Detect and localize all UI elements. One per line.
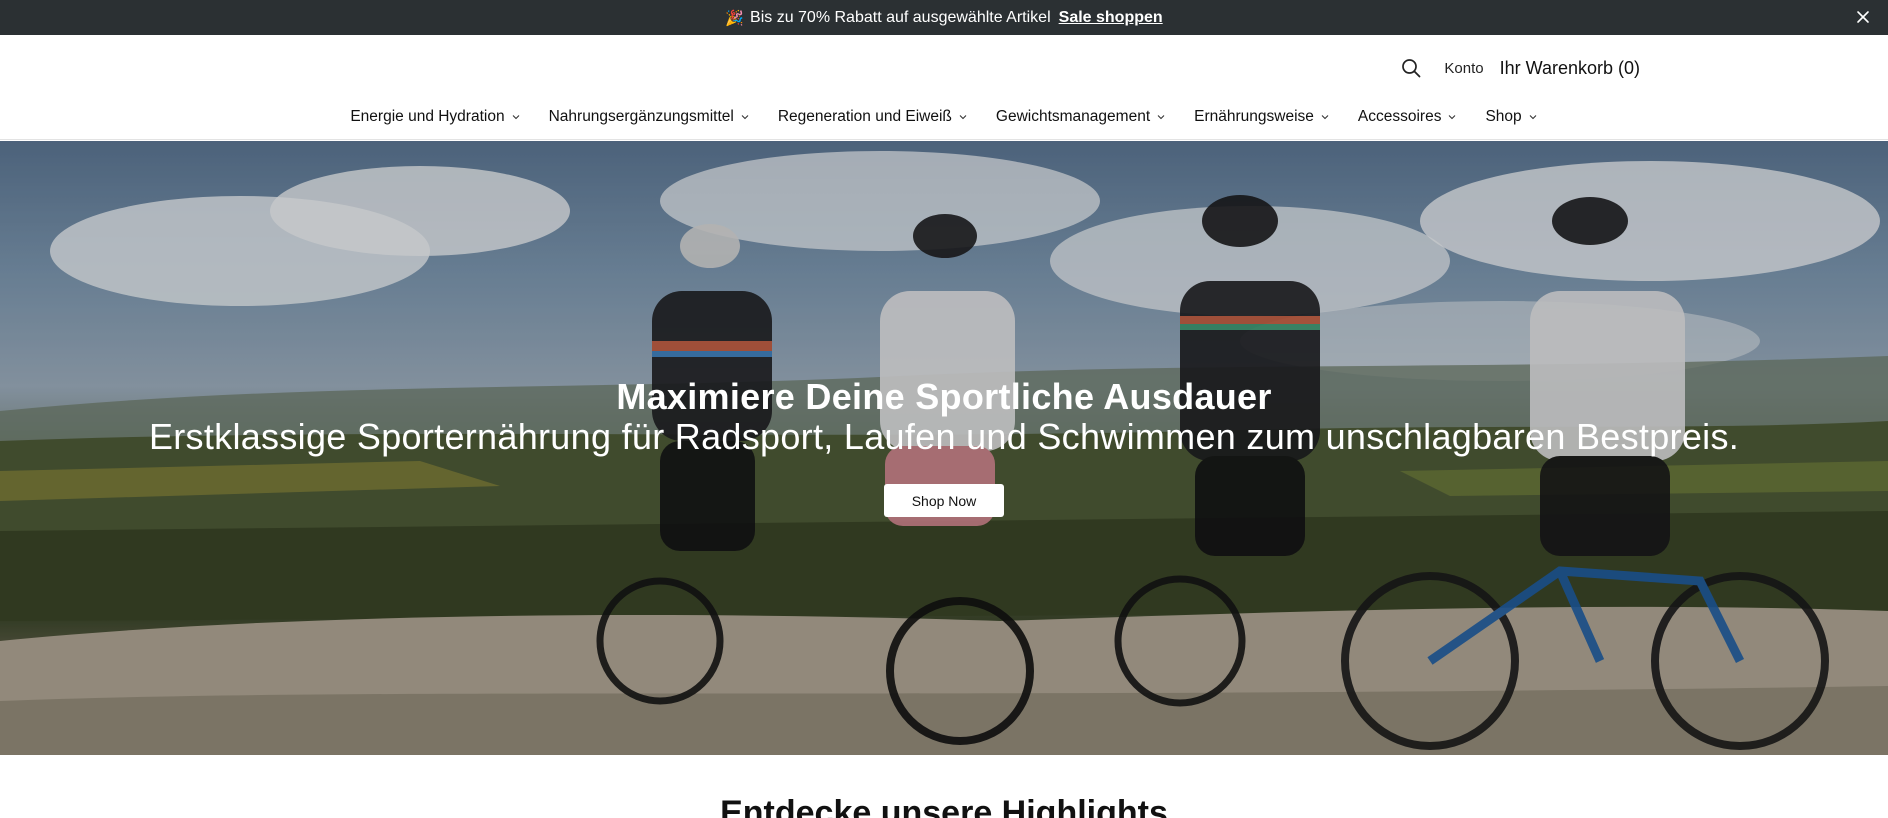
nav-item-label: Nahrungsergänzungsmittel bbox=[548, 108, 734, 125]
announcement-bar: 🎉 Bis zu 70% Rabatt auf ausgewählte Arti… bbox=[0, 0, 1888, 35]
chevron-down-icon bbox=[512, 115, 519, 120]
chevron-down-icon bbox=[1157, 115, 1165, 120]
hero-subheading: Erstklassige Sporternährung für Radsport… bbox=[148, 416, 1740, 457]
nav-item-energie-und-hydration[interactable]: Energie und Hydration bbox=[350, 108, 520, 126]
chevron-down-icon bbox=[1529, 115, 1537, 120]
main-navigation: Energie und Hydration Nahrungsergänzungs… bbox=[0, 108, 1888, 126]
utility-bar: Konto Ihr Warenkorb (0) bbox=[1400, 55, 1640, 81]
sale-link[interactable]: Sale shoppen bbox=[1059, 9, 1163, 27]
party-icon: 🎉 bbox=[725, 9, 745, 27]
nav-item-accessoires[interactable]: Accessoires bbox=[1358, 108, 1458, 126]
account-link[interactable]: Konto bbox=[1444, 60, 1483, 77]
nav-item-label: Regeneration und Eiweiß bbox=[777, 108, 952, 125]
highlights-title: Entdecke unsere Highlights bbox=[720, 794, 1168, 818]
close-icon[interactable] bbox=[1852, 6, 1874, 28]
chevron-down-icon bbox=[741, 115, 749, 120]
chevron-down-icon bbox=[1449, 115, 1456, 120]
nav-item-label: Shop bbox=[1485, 108, 1522, 125]
search-icon[interactable] bbox=[1400, 57, 1422, 79]
chevron-down-icon bbox=[959, 115, 967, 120]
nav-item-gewichtsmanagement[interactable]: Gewichtsmanagement bbox=[996, 108, 1166, 126]
chevron-down-icon bbox=[1321, 115, 1329, 120]
nav-item-label: Accessoires bbox=[1357, 108, 1442, 125]
nav-item-shop[interactable]: Shop bbox=[1485, 108, 1537, 126]
announcement-text: Bis zu 70% Rabatt auf ausgewählte Artike… bbox=[750, 8, 1051, 26]
nav-item-label: Ernährungsweise bbox=[1194, 108, 1314, 125]
cart-link[interactable]: Ihr Warenkorb (0) bbox=[1500, 58, 1640, 79]
site-header: Konto Ihr Warenkorb (0) Energie und Hydr… bbox=[0, 35, 1888, 140]
nav-item-ernaehrungsweise[interactable]: Ernährungsweise bbox=[1194, 108, 1330, 126]
nav-item-nahrungsergaenzungsmittel[interactable]: Nahrungsergänzungsmittel bbox=[549, 108, 750, 126]
hero-heading: Maximiere Deine Sportliche Ausdauer bbox=[616, 376, 1272, 417]
hero-banner: Maximiere Deine Sportliche Ausdauer Erst… bbox=[0, 141, 1888, 755]
nav-item-regeneration-und-eiweiss[interactable]: Regeneration und Eiweiß bbox=[778, 108, 968, 126]
nav-item-label: Gewichtsmanagement bbox=[995, 108, 1151, 125]
shop-now-button[interactable]: Shop Now bbox=[884, 484, 1004, 517]
nav-item-label: Energie und Hydration bbox=[350, 108, 505, 125]
